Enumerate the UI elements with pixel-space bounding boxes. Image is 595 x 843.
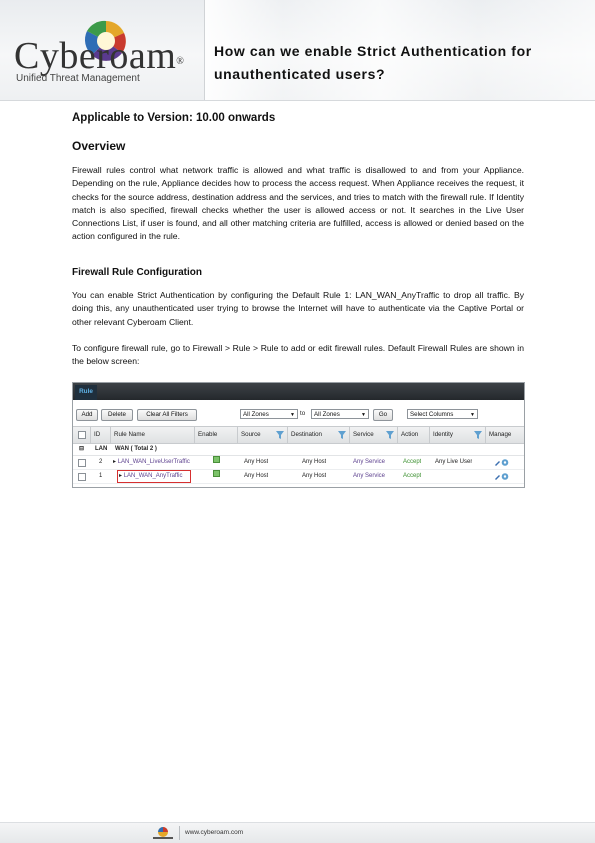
rule-name-link[interactable]: ▸ LAN_WAN_AnyTraffic: [119, 470, 189, 483]
enable-icon[interactable]: [213, 456, 220, 469]
zone-to-select[interactable]: All Zones ▼: [311, 409, 369, 419]
select-all-cell: [73, 427, 91, 443]
edit-icon[interactable]: [494, 458, 510, 467]
rule-source: Any Host: [244, 473, 269, 479]
logo-tagline: Unified Threat Management: [16, 73, 140, 84]
filter-icon[interactable]: [474, 431, 482, 439]
rule-name-link[interactable]: ▸ LAN_WAN_LiveUserTraffic: [113, 456, 195, 469]
overview-paragraph: Firewall rules control what network traf…: [72, 165, 524, 242]
rule-action: Accept: [403, 459, 422, 465]
screenshot-tabbar: Rule: [73, 383, 524, 400]
chevron-down-icon: ▼: [361, 412, 366, 418]
go-button[interactable]: Go: [373, 409, 393, 421]
add-button[interactable]: Add: [76, 409, 98, 421]
header-divider: [204, 0, 205, 100]
delete-button[interactable]: Delete: [101, 409, 133, 421]
to-label: to: [300, 410, 306, 417]
select-all-checkbox[interactable]: [78, 431, 86, 439]
filter-icon[interactable]: [386, 431, 394, 439]
version-line: Applicable to Version: 10.00 onwards: [72, 112, 276, 124]
col-id[interactable]: ID: [91, 427, 111, 443]
rule-source: Any Host: [244, 459, 269, 465]
enable-icon[interactable]: [213, 470, 220, 483]
clear-filters-button[interactable]: Clear All Filters: [137, 409, 197, 421]
rule-destination: Any Host: [302, 459, 327, 465]
rule-id: 1: [99, 473, 103, 479]
group-row[interactable]: ⊟ LAN WAN ( Total 2 ): [73, 444, 524, 456]
page-title: How can we enable Strict Authentication …: [214, 43, 532, 82]
config-heading: Firewall Rule Configuration: [72, 267, 203, 278]
page-footer: www.cyberoam.com: [0, 822, 595, 843]
chevron-down-icon: ▼: [470, 412, 475, 418]
overview-heading: Overview: [72, 139, 126, 153]
col-action[interactable]: Action: [398, 427, 430, 443]
rule-service: Any Service: [353, 459, 386, 465]
cyberoam-logo: Cyberoam® Unified Threat Management: [10, 10, 195, 90]
chevron-down-icon: ▼: [290, 412, 295, 418]
expand-arrow-icon: ▸: [119, 473, 123, 479]
col-source[interactable]: Source: [238, 427, 288, 443]
rule-id: 2: [99, 459, 103, 465]
edit-icon[interactable]: [494, 472, 510, 481]
footer-divider: [179, 826, 180, 840]
config-paragraph-2: To configure firewall rule, go to Firewa…: [72, 343, 524, 367]
tab-rule[interactable]: Rule: [75, 385, 97, 400]
expand-arrow-icon: ▸: [113, 459, 117, 465]
rule-service: Any Service: [353, 473, 386, 479]
logo-wordmark: Cyberoam®: [14, 35, 185, 77]
col-destination[interactable]: Destination: [288, 427, 350, 443]
collapse-icon[interactable]: ⊟: [79, 444, 84, 455]
grid-header: ID Rule Name Enable Source Destination S…: [73, 426, 524, 444]
col-manage[interactable]: Manage: [486, 427, 524, 443]
screenshot-toolbar: Add Delete Clear All Filters All Zones ▼ …: [73, 400, 524, 426]
footer-url[interactable]: www.cyberoam.com: [185, 829, 243, 836]
page-header: Cyberoam® Unified Threat Management How …: [0, 0, 595, 101]
col-rule-name[interactable]: Rule Name: [111, 427, 195, 443]
row-checkbox[interactable]: [78, 459, 86, 467]
rule-destination: Any Host: [302, 473, 327, 479]
filter-icon[interactable]: [338, 431, 346, 439]
filter-icon[interactable]: [276, 431, 284, 439]
rule-identity: Any Live User: [435, 459, 473, 465]
group-label: WAN ( Total 2 ): [115, 446, 157, 452]
table-row[interactable]: 1 ▸ LAN_WAN_AnyTraffic Any Host Any Host…: [73, 470, 524, 484]
row-checkbox[interactable]: [78, 473, 86, 481]
rule-action: Accept: [403, 473, 422, 479]
col-identity[interactable]: Identity: [430, 427, 486, 443]
select-columns-dropdown[interactable]: Select Columns ▼: [407, 409, 478, 419]
col-enable[interactable]: Enable: [195, 427, 238, 443]
col-service[interactable]: Service: [350, 427, 398, 443]
group-zone: LAN: [95, 446, 108, 452]
firewall-rule-screenshot: Rule Add Delete Clear All Filters All Zo…: [72, 382, 525, 488]
config-paragraph-1: You can enable Strict Authentication by …: [72, 290, 524, 327]
zone-from-select[interactable]: All Zones ▼: [240, 409, 298, 419]
table-row[interactable]: 2 ▸ LAN_WAN_LiveUserTraffic Any Host Any…: [73, 456, 524, 470]
footer-logo-icon: [153, 827, 173, 839]
